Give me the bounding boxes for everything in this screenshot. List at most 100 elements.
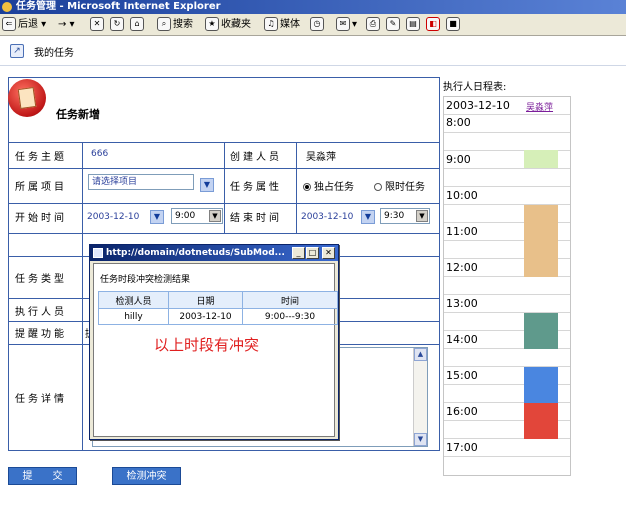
- detail-scrollbar[interactable]: ▲ ▼: [413, 348, 427, 446]
- start-label: 开始时间: [15, 213, 67, 224]
- hour-label: 14:00: [446, 333, 478, 346]
- busy-block: [524, 403, 558, 439]
- creator-value: 吴淼萍: [306, 152, 336, 163]
- popup-heading: 任务时段冲突检测结果: [100, 275, 191, 285]
- schedule-date: 2003-12-10: [446, 99, 510, 112]
- project-label: 所属项目: [15, 182, 67, 193]
- stop-icon: ✕: [90, 17, 104, 31]
- edit-page-icon: ↗: [10, 44, 24, 58]
- search-icon: ⌕: [157, 17, 171, 31]
- extra-button[interactable]: ■: [446, 17, 462, 33]
- ie-toolbar: ⇐ 后退 ▾ → ▾ ✕ ↻ ⌂ ⌕ 搜索 ★ 收藏夹 ♫ 媒体 ◷ ✉ ▾ ⎙ ✎ ▤ …: [0, 14, 626, 36]
- discuss-icon: ▤: [406, 17, 420, 31]
- hour-label: 8:00: [446, 116, 471, 129]
- busy-block: [524, 367, 558, 403]
- end-label: 结束时间: [230, 213, 282, 224]
- schedule-divider: [444, 132, 570, 133]
- hour-label: 17:00: [446, 441, 478, 454]
- divider: [296, 142, 297, 234]
- hour-label: 9:00: [446, 153, 471, 166]
- table-row: hilly 2003-12-10 9:00---9:30: [98, 308, 338, 325]
- schedule-title: 执行人日程表:: [443, 82, 507, 93]
- executor-label: 执行人员: [15, 307, 67, 318]
- forward-arrow-icon: → ▾: [58, 19, 75, 30]
- history-button[interactable]: ◷: [310, 17, 326, 33]
- busy-block: [524, 313, 558, 349]
- radio-icon: [374, 183, 382, 191]
- favorites-button[interactable]: ★ 收藏夹: [205, 17, 251, 33]
- column-header: 日期: [168, 291, 243, 309]
- type-label: 任务类型: [15, 274, 67, 285]
- start-date-value[interactable]: 2003-12-10: [87, 212, 139, 222]
- window-title: 任务管理 - Microsoft Internet Explorer: [16, 1, 221, 12]
- schedule-person-link[interactable]: 吴淼萍: [526, 100, 553, 113]
- conflict-message: 以上时段有冲突: [154, 336, 260, 354]
- scroll-up-icon[interactable]: ▲: [414, 348, 427, 361]
- edit-icon: ✎: [386, 17, 400, 31]
- creator-label: 创建人员: [230, 152, 282, 163]
- divider: [224, 142, 225, 234]
- maximize-icon[interactable]: □: [306, 247, 319, 259]
- close-icon[interactable]: ✕: [322, 247, 335, 259]
- discuss-button[interactable]: ▤: [406, 17, 422, 33]
- schedule-divider: [444, 168, 570, 169]
- print-icon: ⎙: [366, 17, 380, 31]
- messenger-icon: ◧: [426, 17, 440, 31]
- window-title-bar: 任务管理 - Microsoft Internet Explorer: [0, 0, 626, 14]
- hour-label: 12:00: [446, 261, 478, 274]
- subject-value[interactable]: 666: [91, 149, 108, 159]
- back-arrow-icon: ⇐: [2, 17, 16, 31]
- history-icon: ◷: [310, 17, 324, 31]
- column-header: 时间: [242, 291, 338, 309]
- minimize-icon[interactable]: _: [292, 247, 305, 259]
- cell-date: 2003-12-10: [168, 308, 243, 325]
- detail-label: 任务详情: [15, 394, 67, 405]
- end-time-dropdown-icon[interactable]: ▼: [416, 210, 428, 222]
- cell-person: hilly: [98, 308, 169, 325]
- scroll-down-icon[interactable]: ▼: [414, 433, 427, 446]
- column-header: 检测人员: [98, 291, 169, 309]
- extra-icon: ■: [446, 17, 460, 31]
- attr-radio-timed[interactable]: 限时任务: [374, 178, 425, 193]
- messenger-button[interactable]: ◧: [426, 17, 442, 33]
- edit-button[interactable]: ✎: [386, 17, 402, 33]
- popup-body: 任务时段冲突检测结果 检测人员 日期 时间 hilly 2003-12-10 9…: [93, 263, 338, 437]
- form-heading: 任务新增: [56, 108, 100, 121]
- conflict-popup: http://domain/dotnetuds/SubMod... _ □ ✕ …: [89, 244, 339, 440]
- attr-radio-exclusive[interactable]: 独占任务: [303, 178, 354, 193]
- page-icon: [93, 248, 103, 258]
- hour-label: 13:00: [446, 297, 478, 310]
- mail-icon: ✉: [336, 17, 350, 31]
- submit-button[interactable]: 提 交: [8, 467, 77, 485]
- hour-label: 16:00: [446, 405, 478, 418]
- refresh-button[interactable]: ↻: [110, 17, 126, 33]
- media-button[interactable]: ♫ 媒体: [264, 17, 300, 33]
- table-header-row: 检测人员 日期 时间: [98, 291, 338, 309]
- back-button[interactable]: ⇐ 后退 ▾: [2, 17, 46, 33]
- mail-button[interactable]: ✉ ▾: [336, 17, 357, 33]
- end-date-value[interactable]: 2003-12-10: [301, 212, 353, 222]
- hour-label: 15:00: [446, 369, 478, 382]
- home-button[interactable]: ⌂: [130, 17, 146, 33]
- project-select[interactable]: 请选择项目: [88, 174, 194, 190]
- end-date-dropdown-icon[interactable]: ▼: [361, 210, 375, 224]
- start-time-dropdown-icon[interactable]: ▼: [209, 210, 221, 222]
- forward-button[interactable]: → ▾: [58, 17, 75, 33]
- stop-button[interactable]: ✕: [90, 17, 106, 33]
- favorites-icon: ★: [205, 17, 219, 31]
- start-date-dropdown-icon[interactable]: ▼: [150, 210, 164, 224]
- search-button[interactable]: ⌕ 搜索: [157, 17, 193, 33]
- busy-block: [524, 150, 558, 168]
- radio-icon: [303, 183, 311, 191]
- attr-label: 任务属性: [230, 182, 282, 193]
- task-logo-icon: [8, 79, 46, 117]
- check-conflict-button[interactable]: 检测冲突: [112, 467, 181, 485]
- media-icon: ♫: [264, 17, 278, 31]
- popup-title: http://domain/dotnetuds/SubMod...: [106, 248, 285, 258]
- schedule-panel: 2003-12-10 吴淼萍 8:00 9:00 10:00 11:00 12:…: [443, 96, 571, 476]
- project-dropdown-icon[interactable]: ▼: [200, 178, 214, 192]
- print-button[interactable]: ⎙: [366, 17, 382, 33]
- busy-block: [524, 205, 558, 277]
- breadcrumb-label: 我的任务: [34, 48, 74, 59]
- home-icon: ⌂: [130, 17, 144, 31]
